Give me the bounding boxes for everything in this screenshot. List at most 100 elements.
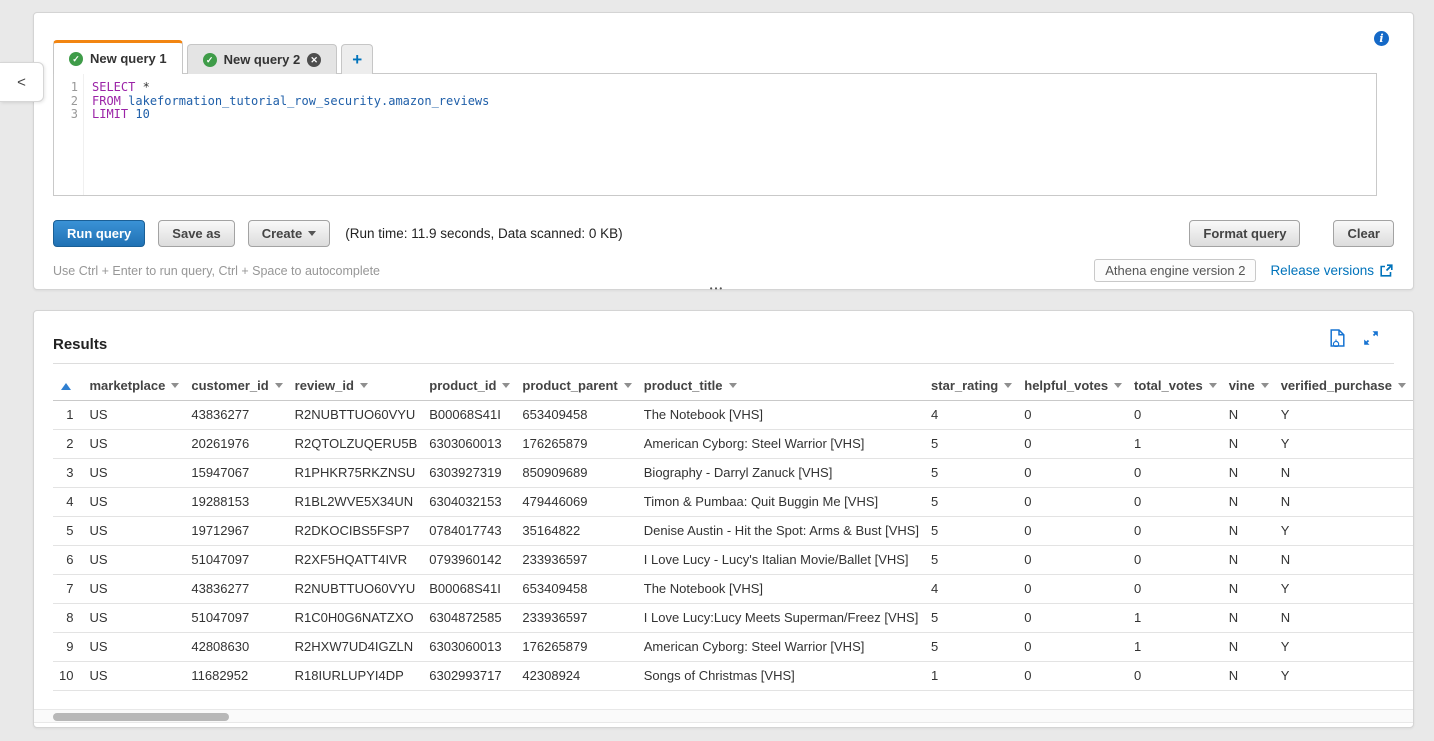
cell-star_rating: 5	[925, 603, 1018, 632]
cell-product_parent: 176265879	[516, 429, 637, 458]
external-link-icon	[1379, 263, 1394, 278]
column-header-total_votes[interactable]: total_votes	[1128, 371, 1223, 400]
cell-marketplace: US	[83, 632, 185, 661]
cell-helpful_votes: 0	[1018, 487, 1128, 516]
column-menu-icon[interactable]	[1114, 383, 1122, 388]
cell-vine: N	[1223, 458, 1275, 487]
horizontal-scrollbar[interactable]	[34, 709, 1413, 723]
column-header-label: total_votes	[1134, 378, 1203, 393]
column-header-customer_id[interactable]: customer_id	[185, 371, 288, 400]
tab-new-query-2[interactable]: ✓ New query 2 ✕	[187, 44, 338, 74]
column-menu-icon[interactable]	[1209, 383, 1217, 388]
cell-verified_purchase: Y	[1275, 429, 1412, 458]
cell-review_id: R2NUBTTUO60VYU	[289, 574, 424, 603]
column-header-product_title[interactable]: product_title	[638, 371, 925, 400]
cell-product_title: Biography - Darryl Zanuck [VHS]	[638, 458, 925, 487]
row-number-cell: 8	[53, 603, 83, 632]
cell-marketplace: US	[83, 516, 185, 545]
cell-review_id: R2HXW7UD4IGZLN	[289, 632, 424, 661]
column-header-verified_purchase[interactable]: verified_purchase	[1275, 371, 1412, 400]
column-menu-icon[interactable]	[360, 383, 368, 388]
cell-star_rating: 1	[925, 661, 1018, 690]
new-tab-button[interactable]: +	[341, 44, 373, 74]
cell-total_votes: 0	[1128, 487, 1223, 516]
column-header-marketplace[interactable]: marketplace	[83, 371, 185, 400]
cell-vine: N	[1223, 400, 1275, 429]
sort-column-header[interactable]	[53, 371, 83, 400]
release-versions-link[interactable]: Release versions	[1270, 263, 1394, 278]
column-menu-icon[interactable]	[1004, 383, 1012, 388]
table-row: 9US42808630R2HXW7UD4IGZLN630306001317626…	[53, 632, 1414, 661]
column-menu-icon[interactable]	[171, 383, 179, 388]
column-header-label: star_rating	[931, 378, 998, 393]
column-header-product_parent[interactable]: product_parent	[516, 371, 637, 400]
row-number-cell: 7	[53, 574, 83, 603]
column-header-helpful_votes[interactable]: helpful_votes	[1018, 371, 1128, 400]
cell-helpful_votes: 0	[1018, 661, 1128, 690]
column-menu-icon[interactable]	[729, 383, 737, 388]
horizontal-scrollbar-thumb[interactable]	[53, 713, 229, 721]
column-menu-icon[interactable]	[275, 383, 283, 388]
column-menu-icon[interactable]	[624, 383, 632, 388]
cell-customer_id: 15947067	[185, 458, 288, 487]
column-menu-icon[interactable]	[1261, 383, 1269, 388]
column-header-label: product_parent	[522, 378, 617, 393]
collapse-panel-button[interactable]: <	[0, 62, 44, 102]
close-icon[interactable]: ✕	[307, 53, 321, 67]
code-line: SELECT *	[92, 81, 1376, 95]
clear-button[interactable]: Clear	[1333, 220, 1394, 247]
cell-helpful_votes: 0	[1018, 458, 1128, 487]
column-header-label: marketplace	[89, 378, 165, 393]
plus-icon: +	[352, 50, 362, 70]
cell-customer_id: 51047097	[185, 545, 288, 574]
info-icon[interactable]: i	[1374, 31, 1389, 46]
cell-product_title: The Notebook [VHS]	[638, 574, 925, 603]
row-number-cell: 4	[53, 487, 83, 516]
cell-marketplace: US	[83, 661, 185, 690]
engine-version-badge: Athena engine version 2	[1094, 259, 1256, 282]
results-body: 1US43836277R2NUBTTUO60VYUB00068S41I65340…	[53, 400, 1414, 690]
cell-verified_purchase: N	[1275, 458, 1412, 487]
tab-new-query-1[interactable]: ✓ New query 1	[53, 40, 183, 74]
column-menu-icon[interactable]	[1398, 383, 1406, 388]
run-stats-text: (Run time: 11.9 seconds, Data scanned: 0…	[345, 226, 622, 241]
create-button[interactable]: Create	[248, 220, 330, 247]
cell-vine: N	[1223, 487, 1275, 516]
cell-review_id: R2XF5HQATT4IVR	[289, 545, 424, 574]
column-header-vine[interactable]: vine	[1223, 371, 1275, 400]
format-query-button[interactable]: Format query	[1189, 220, 1300, 247]
cell-vine: N	[1223, 429, 1275, 458]
tab-label: New query 2	[224, 52, 301, 67]
expand-results-icon[interactable]	[1363, 330, 1379, 346]
cell-product_title: Denise Austin - Hit the Spot: Arms & Bus…	[638, 516, 925, 545]
results-title: Results	[53, 336, 107, 353]
sql-editor[interactable]: 123 SELECT *FROM lakeformation_tutorial_…	[53, 73, 1377, 196]
column-header-review_id[interactable]: review_id	[289, 371, 424, 400]
panel-resize-handle[interactable]: •••	[710, 284, 724, 293]
cell-helpful_votes: 0	[1018, 545, 1128, 574]
cell-product_parent: 479446069	[516, 487, 637, 516]
cell-star_rating: 4	[925, 574, 1018, 603]
row-number-cell: 3	[53, 458, 83, 487]
cell-marketplace: US	[83, 458, 185, 487]
cell-re: G	[1412, 516, 1414, 545]
table-row: 2US20261976R2QTOLZUQERU5B630306001317626…	[53, 429, 1414, 458]
run-query-button[interactable]: Run query	[53, 220, 145, 247]
save-as-button[interactable]: Save as	[158, 220, 234, 247]
column-header-product_id[interactable]: product_id	[423, 371, 516, 400]
cell-verified_purchase: Y	[1275, 516, 1412, 545]
line-number: 2	[54, 95, 78, 109]
cell-star_rating: 5	[925, 458, 1018, 487]
cell-product_parent: 653409458	[516, 574, 637, 603]
column-header-star_rating[interactable]: star_rating	[925, 371, 1018, 400]
cell-star_rating: 5	[925, 632, 1018, 661]
column-header-re[interactable]: re	[1412, 371, 1414, 400]
results-table: marketplace customer_idreview_idproduct_i…	[53, 371, 1414, 691]
column-menu-icon[interactable]	[502, 383, 510, 388]
cell-total_votes: 0	[1128, 661, 1223, 690]
row-number-cell: 6	[53, 545, 83, 574]
table-row: 5US19712967R2DKOCIBS5FSP7078401774335164…	[53, 516, 1414, 545]
export-file-icon[interactable]	[1330, 329, 1345, 347]
cell-re: G	[1412, 458, 1414, 487]
row-number-cell: 1	[53, 400, 83, 429]
